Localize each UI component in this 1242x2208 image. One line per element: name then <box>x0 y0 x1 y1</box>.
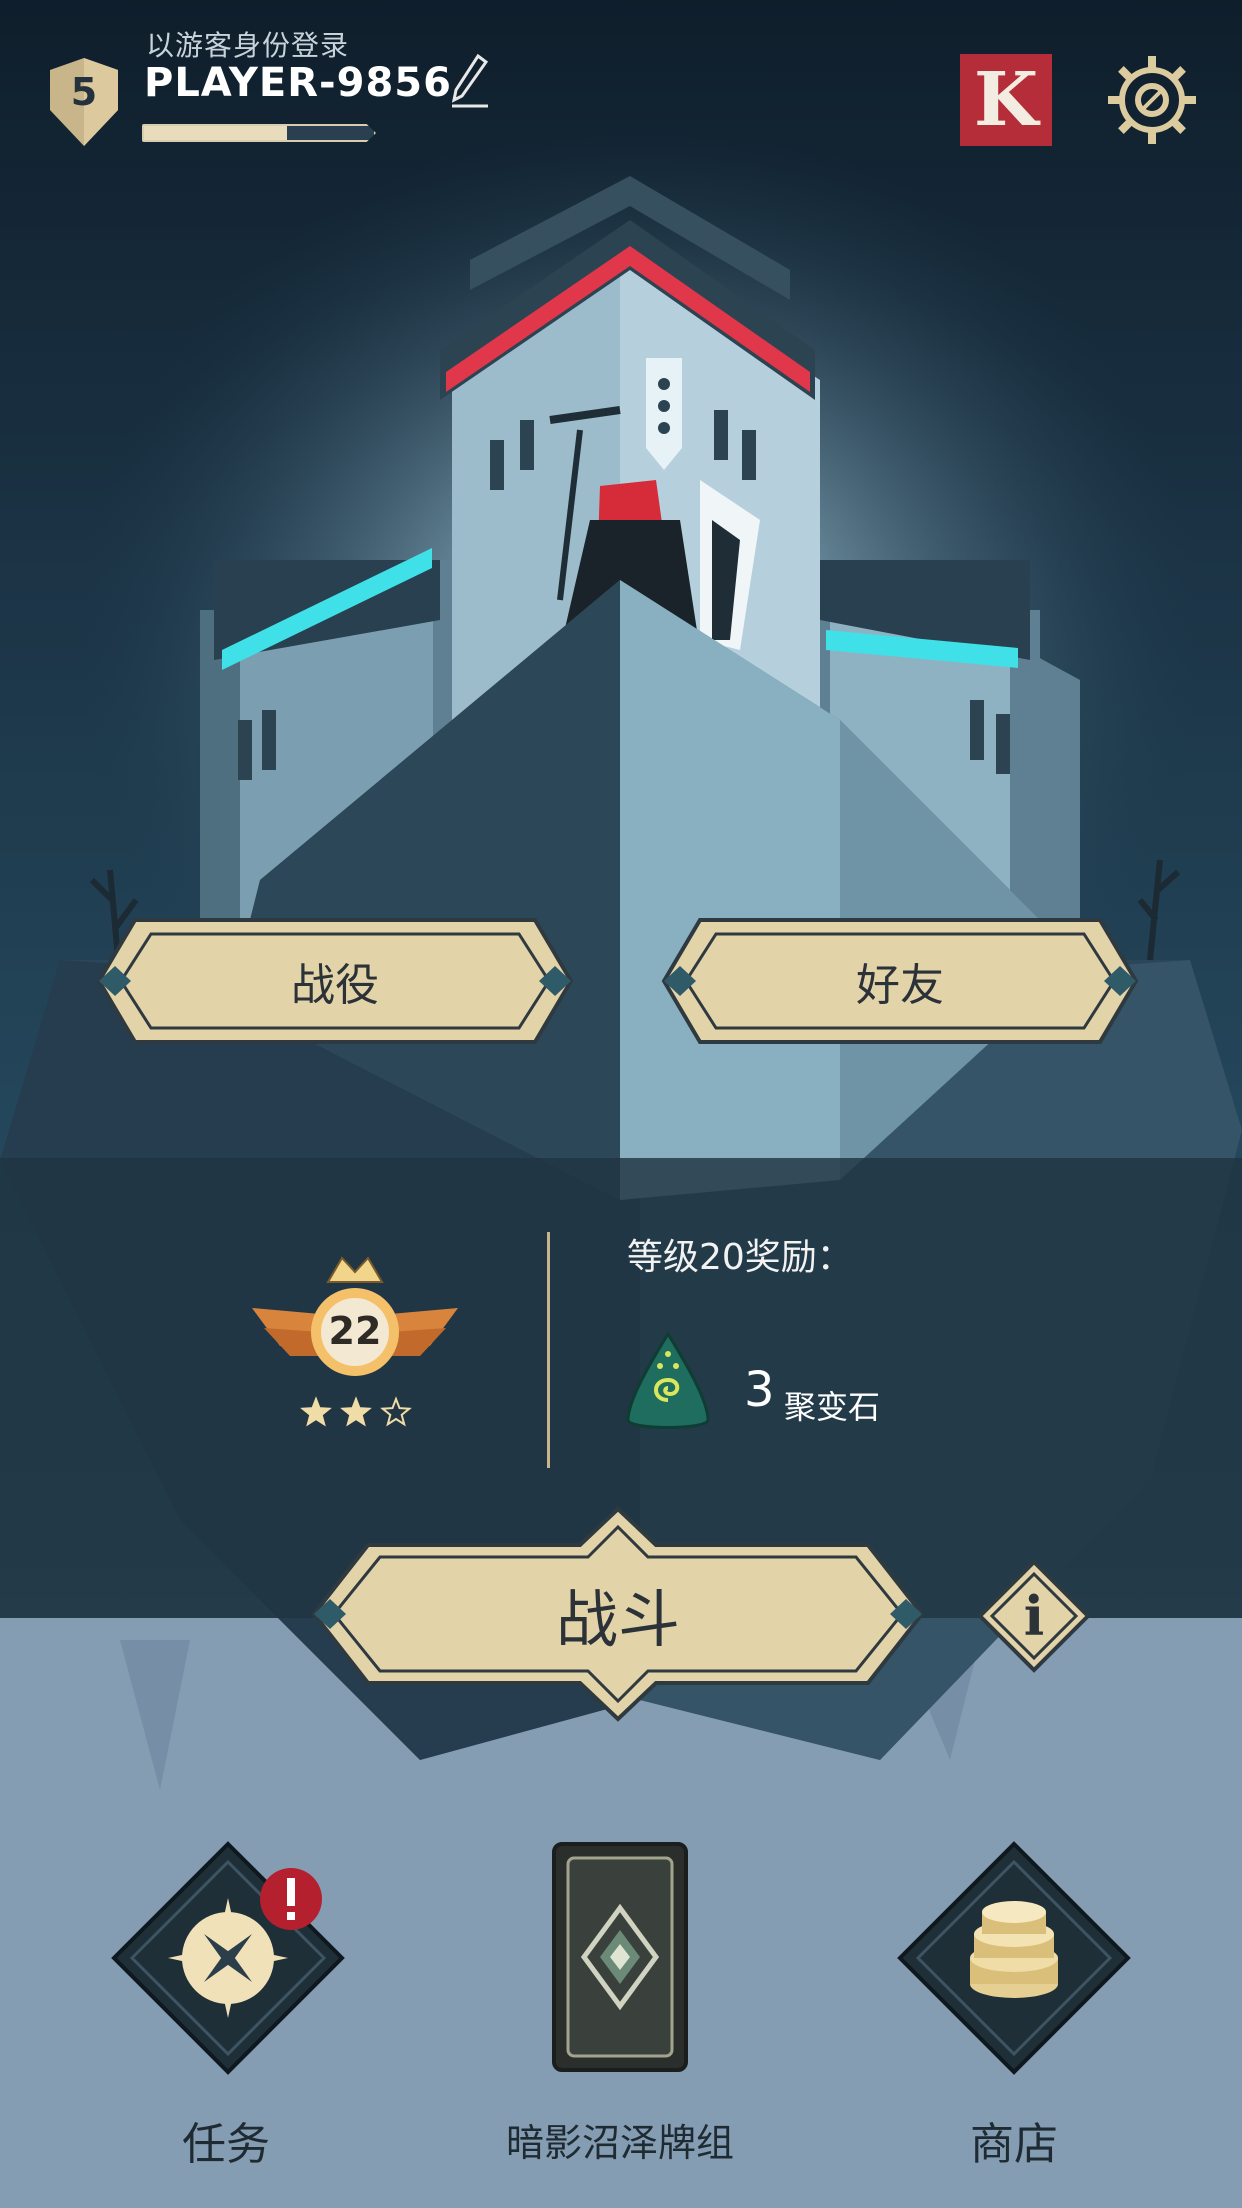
battle-button[interactable]: 战斗 <box>308 1505 928 1723</box>
quests-label: 任务 <box>182 2119 270 2170</box>
star-empty-icon <box>380 1396 412 1427</box>
battle-label: 战斗 <box>555 1583 680 1656</box>
pencil-icon[interactable] <box>448 52 490 110</box>
info-icon: i <box>1023 1584 1045 1648</box>
player-name: PLAYER-9856 <box>144 60 452 106</box>
campaign-button[interactable]: 战役 <box>95 906 575 1056</box>
reward-quantity: 3 <box>744 1362 775 1418</box>
shop-label: 商店 <box>970 2119 1058 2170</box>
panel-divider <box>547 1232 550 1468</box>
reward-title: 等级20奖励： <box>627 1237 853 1278</box>
player-level: 5 <box>70 70 98 114</box>
fusion-stone-icon <box>626 1331 710 1429</box>
gear-icon[interactable] <box>1104 52 1200 148</box>
star-filled-icon <box>340 1396 372 1427</box>
info-button[interactable]: i <box>976 1558 1092 1674</box>
deck-card-icon[interactable] <box>552 1842 688 2072</box>
rank-stars <box>300 1396 412 1427</box>
xp-progress-fill <box>144 126 287 140</box>
friends-label: 好友 <box>856 960 944 1011</box>
kongregate-button[interactable]: K <box>960 54 1052 146</box>
star-filled-icon <box>300 1396 332 1427</box>
deck-label: 暗影沼泽牌组 <box>505 2121 734 2165</box>
rank-level: 22 <box>328 1309 382 1353</box>
shop-button[interactable] <box>894 1838 1134 2078</box>
xp-progress-bar <box>142 124 376 142</box>
alert-badge-icon <box>260 1868 322 1930</box>
reward-item-name: 聚变石 <box>784 1388 881 1426</box>
campaign-label: 战役 <box>291 960 379 1011</box>
friends-button[interactable]: 好友 <box>660 906 1140 1056</box>
guest-login-label: 以游客身份登录 <box>146 29 350 62</box>
